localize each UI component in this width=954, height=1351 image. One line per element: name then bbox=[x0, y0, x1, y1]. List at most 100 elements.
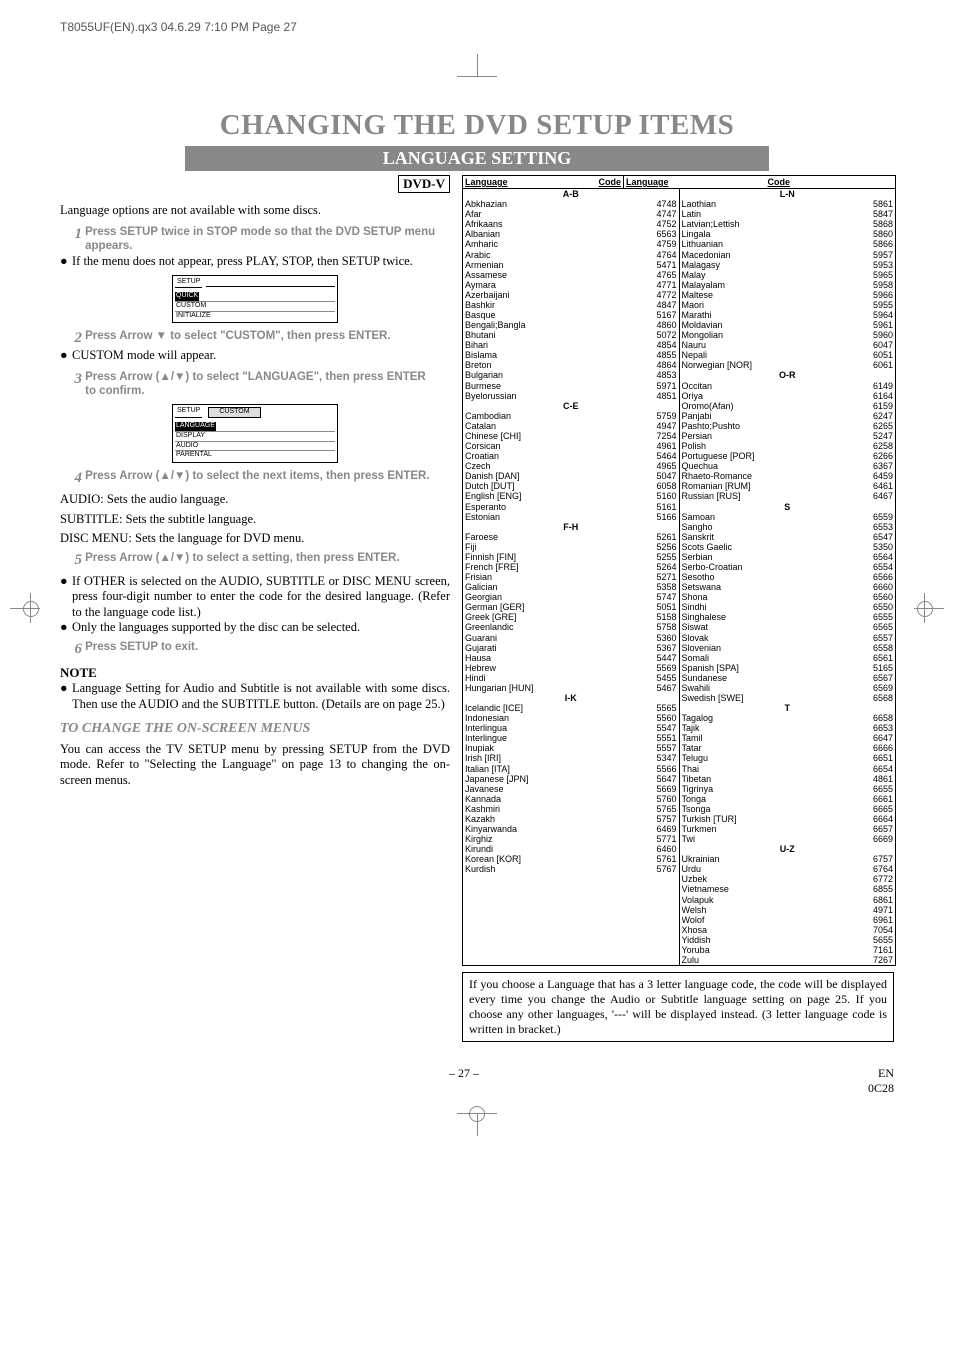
language-row: Interlingua5547 bbox=[463, 723, 679, 733]
table-header-language: Language bbox=[463, 176, 577, 188]
step-3-text: Press Arrow (▲/▼) to select "LANGUAGE", … bbox=[85, 370, 435, 399]
language-row: Czech4965 bbox=[463, 461, 679, 471]
language-row: Polish6258 bbox=[680, 441, 896, 451]
language-row: Malagasy5953 bbox=[680, 260, 896, 270]
tochange-title: TO CHANGE THE ON-SCREEN MENUS bbox=[60, 720, 450, 738]
language-row: Bhutani5072 bbox=[463, 330, 679, 340]
language-row: Greek [GRE]5158 bbox=[463, 612, 679, 622]
language-row: Chinese [CHI]7254 bbox=[463, 431, 679, 441]
language-row: Georgian5747 bbox=[463, 592, 679, 602]
language-row: Oromo(Afan)6159 bbox=[680, 401, 896, 411]
language-row: Siswat6565 bbox=[680, 622, 896, 632]
print-header: T8055UF(EN).qx3 04.6.29 7:10 PM Page 27 bbox=[60, 20, 894, 34]
language-row: Arabic4764 bbox=[463, 250, 679, 260]
language-row: Samoan6559 bbox=[680, 512, 896, 522]
language-row: Danish [DAN]5047 bbox=[463, 471, 679, 481]
step-4-num: 4 bbox=[60, 469, 82, 488]
step-5-num: 5 bbox=[60, 551, 82, 570]
language-row: Mongolian5960 bbox=[680, 330, 896, 340]
language-row: Tatar6666 bbox=[680, 743, 896, 753]
language-row: Swedish [SWE]6568 bbox=[680, 693, 896, 703]
language-row: Norwegian [NOR]6061 bbox=[680, 360, 896, 370]
footer-code: 0C28 bbox=[868, 1081, 894, 1095]
ui-menu-2: SETUPCUSTOM LANGUAGE DISPLAY AUDIO PAREN… bbox=[172, 404, 338, 463]
language-row: Turkmen6657 bbox=[680, 824, 896, 834]
language-row: Kirghiz5771 bbox=[463, 834, 679, 844]
language-row: Basque5167 bbox=[463, 310, 679, 320]
language-row: German [GER]5051 bbox=[463, 602, 679, 612]
language-row: Persian5247 bbox=[680, 431, 896, 441]
language-row: Breton4864 bbox=[463, 360, 679, 370]
language-row: Greenlandic5758 bbox=[463, 622, 679, 632]
language-row: Kazakh5757 bbox=[463, 814, 679, 824]
table-header-code: Code bbox=[577, 176, 623, 188]
language-row: Maori5955 bbox=[680, 300, 896, 310]
language-group: F-H bbox=[463, 522, 679, 532]
language-row: Kannada5760 bbox=[463, 794, 679, 804]
ui-menu-1: SETUP QUICK CUSTOM INITIALIZE bbox=[172, 275, 338, 323]
language-group: S bbox=[680, 502, 896, 512]
language-row: Azerbaijani4772 bbox=[463, 290, 679, 300]
language-row: Telugu6651 bbox=[680, 753, 896, 763]
language-row: Byelorussian4851 bbox=[463, 391, 679, 401]
language-row: Tamil6647 bbox=[680, 733, 896, 743]
language-row: Volapuk6861 bbox=[680, 895, 896, 905]
language-row: Kinyarwanda6469 bbox=[463, 824, 679, 834]
language-row: Marathi5964 bbox=[680, 310, 896, 320]
table-header-code-2: Code bbox=[746, 176, 792, 188]
language-group: O-R bbox=[680, 370, 896, 380]
language-row: Javanese5669 bbox=[463, 784, 679, 794]
language-row: Nauru6047 bbox=[680, 340, 896, 350]
language-code-table: Language Code Language Code A-BAbkhazian… bbox=[462, 175, 896, 966]
step-1-text: Press SETUP twice in STOP mode so that t… bbox=[85, 225, 435, 254]
step-5-bullet-2: Only the languages supported by the disc… bbox=[72, 620, 450, 636]
subtitle-line: SUBTITLE: Sets the subtitle language. bbox=[60, 512, 450, 528]
discmenu-line: DISC MENU: Sets the language for DVD men… bbox=[60, 531, 450, 547]
language-row: Sesotho6566 bbox=[680, 572, 896, 582]
language-row: Italian [ITA]5566 bbox=[463, 764, 679, 774]
language-row: Fiji5256 bbox=[463, 542, 679, 552]
crop-mark-right bbox=[904, 588, 944, 628]
language-row: Esperanto5161 bbox=[463, 502, 679, 512]
language-row: Portuguese [POR]6266 bbox=[680, 451, 896, 461]
language-row: Tagalog6658 bbox=[680, 713, 896, 723]
language-row: French [FRE]5264 bbox=[463, 562, 679, 572]
language-row: Nepali6051 bbox=[680, 350, 896, 360]
language-row: Irish [IRI]5347 bbox=[463, 753, 679, 763]
language-row: Armenian5471 bbox=[463, 260, 679, 270]
language-row: Albanian6563 bbox=[463, 229, 679, 239]
intro-text: Language options are not available with … bbox=[60, 203, 450, 219]
language-group: L-N bbox=[680, 189, 896, 199]
dvd-v-badge: DVD-V bbox=[398, 175, 450, 193]
language-row: Bislama4855 bbox=[463, 350, 679, 360]
language-row: Singhalese6555 bbox=[680, 612, 896, 622]
step-6-text: Press SETUP to exit. bbox=[85, 640, 435, 654]
language-row: Sanskrit6547 bbox=[680, 532, 896, 542]
language-row: Rhaeto-Romance6459 bbox=[680, 471, 896, 481]
language-row: Laothian5861 bbox=[680, 199, 896, 209]
step-5-bullet-1: If OTHER is selected on the AUDIO, SUBTI… bbox=[72, 574, 450, 621]
language-row: Slovak6557 bbox=[680, 633, 896, 643]
language-row: Shona6560 bbox=[680, 592, 896, 602]
language-row: Inupiak5557 bbox=[463, 743, 679, 753]
language-row: Swahili6569 bbox=[680, 683, 896, 693]
language-row: Panjabi6247 bbox=[680, 411, 896, 421]
language-row: Japanese [JPN]5647 bbox=[463, 774, 679, 784]
language-row: Hungarian [HUN]5467 bbox=[463, 683, 679, 693]
language-row: Hindi5455 bbox=[463, 673, 679, 683]
language-group: T bbox=[680, 703, 896, 713]
language-row: Yiddish5655 bbox=[680, 935, 896, 945]
language-row: Galician5358 bbox=[463, 582, 679, 592]
language-row: Lithuanian5866 bbox=[680, 239, 896, 249]
note-title: NOTE bbox=[60, 665, 450, 681]
language-row: Zulu7267 bbox=[680, 955, 896, 965]
language-row: Yoruba7161 bbox=[680, 945, 896, 955]
language-row: Malay5965 bbox=[680, 270, 896, 280]
language-row: Kirundi6460 bbox=[463, 844, 679, 854]
language-row: Estonian5166 bbox=[463, 512, 679, 522]
language-row: Moldavian5961 bbox=[680, 320, 896, 330]
language-row: Finnish [FIN]5255 bbox=[463, 552, 679, 562]
language-row: Tsonga6665 bbox=[680, 804, 896, 814]
language-row: Korean [KOR]5761 bbox=[463, 854, 679, 864]
language-row: Bulgarian4853 bbox=[463, 370, 679, 380]
